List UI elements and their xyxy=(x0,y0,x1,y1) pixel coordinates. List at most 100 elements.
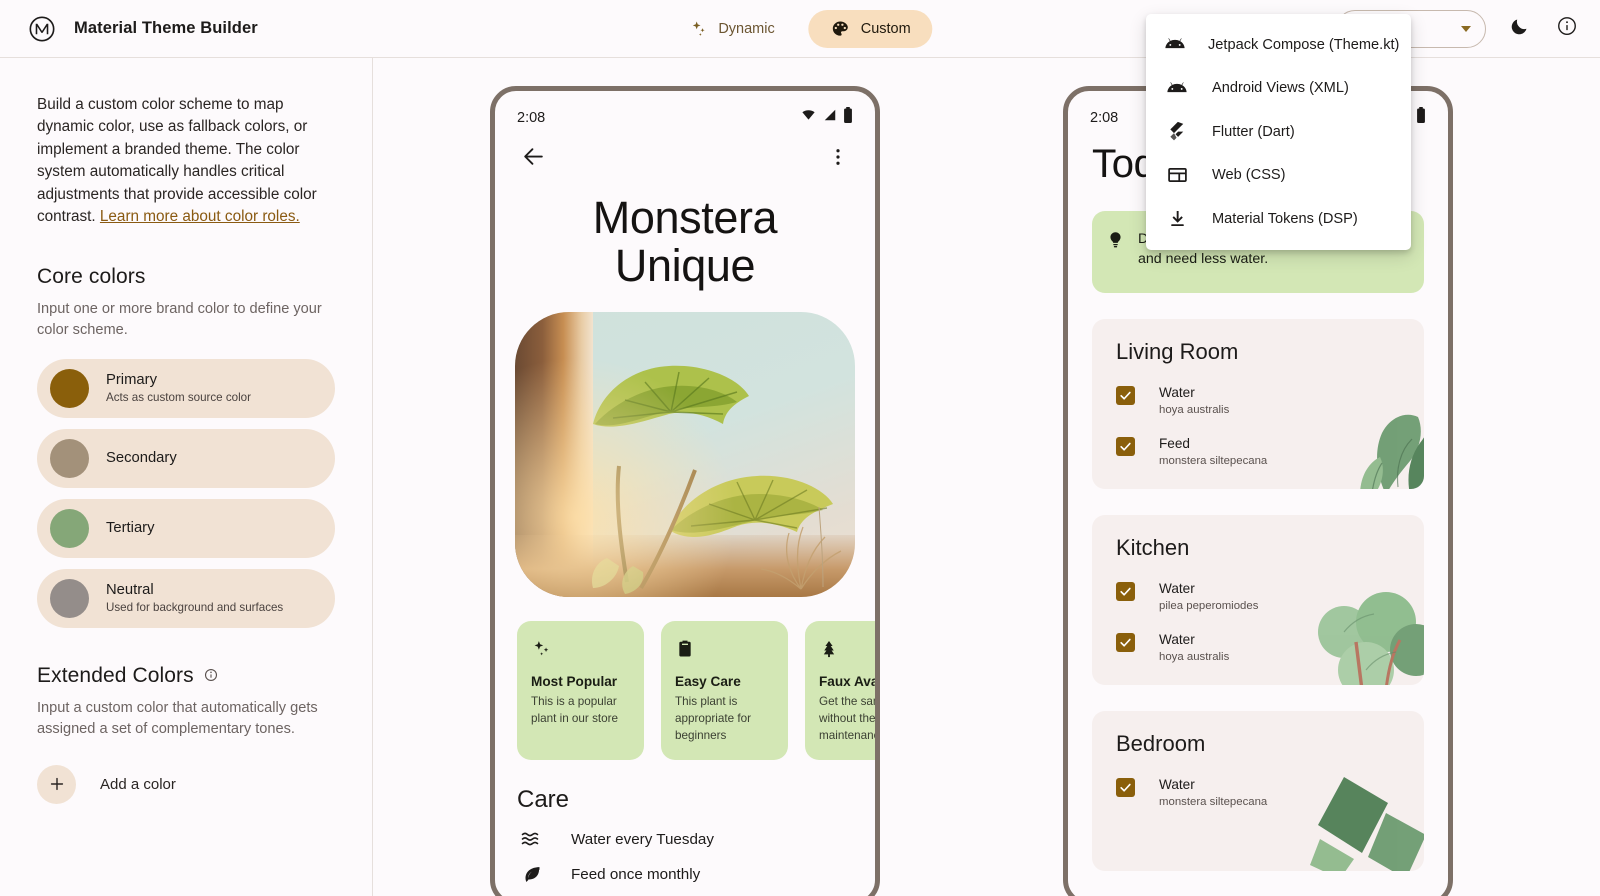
task-name: Water xyxy=(1159,581,1195,596)
feature-chips: Most Popular This is a popular plant in … xyxy=(495,621,875,761)
task-checkbox[interactable] xyxy=(1116,386,1135,405)
core-colors-title: Core colors xyxy=(37,264,146,288)
swatch-primary-label: Primary xyxy=(106,372,157,389)
plant-title-line1: Monstera xyxy=(592,192,778,243)
swatch-secondary[interactable]: Secondary xyxy=(37,429,335,489)
task-row[interactable]: Water hoya australis xyxy=(1092,631,1424,663)
chip-faux-available[interactable]: Faux Available Get the same look without… xyxy=(805,621,880,761)
status-icons xyxy=(800,107,853,128)
swatch-neutral-label: Neutral xyxy=(106,582,154,599)
task-checkbox[interactable] xyxy=(1116,633,1135,652)
plus-icon xyxy=(37,764,76,804)
export-menu: Jetpack Compose (Theme.kt) Android Views… xyxy=(1146,14,1411,250)
room-card-bedroom: Bedroom Water monstera siltepecana xyxy=(1092,711,1424,871)
tree-icon xyxy=(819,636,875,662)
app-root: Material Theme Builder Dynamic Custom Bu… xyxy=(0,0,1600,896)
menu-item-label: Android Views (XML) xyxy=(1212,80,1349,97)
sparkle-icon xyxy=(531,636,630,662)
task-checkbox[interactable] xyxy=(1116,437,1135,456)
swatch-primary[interactable]: Primary Acts as custom source color xyxy=(37,359,335,419)
app-bar xyxy=(495,132,875,180)
flutter-icon xyxy=(1164,121,1190,143)
info-circle-icon[interactable] xyxy=(204,664,218,688)
signal-icon xyxy=(822,108,838,127)
menu-item-jetpack-compose[interactable]: Jetpack Compose (Theme.kt) xyxy=(1146,23,1411,67)
status-bar: 2:08 xyxy=(495,91,875,132)
task-name: Water xyxy=(1159,385,1195,400)
care-label: Water every Tuesday xyxy=(571,830,714,848)
task-plant: pilea peperomiodes xyxy=(1159,600,1259,612)
swatch-secondary-dot[interactable] xyxy=(50,439,89,479)
menu-item-label: Web (CSS) xyxy=(1212,167,1286,184)
swatch-neutral-dot[interactable] xyxy=(50,579,89,619)
care-row-water: Water every Tuesday xyxy=(495,830,875,848)
color-roles-link[interactable]: Learn more about color roles. xyxy=(100,208,300,225)
task-row[interactable]: Water monstera siltepecana xyxy=(1092,776,1424,808)
web-layout-icon xyxy=(1164,166,1190,184)
dark-mode-toggle[interactable] xyxy=(1504,14,1534,44)
preview-canvas: 2:08 Monstera Unique Most Popular This i… xyxy=(373,58,1600,896)
download-icon xyxy=(1164,208,1190,229)
swatch-tertiary-label: Tertiary xyxy=(106,520,155,537)
chip-desc: Get the same look without the maintenanc… xyxy=(819,695,880,742)
more-vert-icon[interactable] xyxy=(827,146,849,173)
status-time: 2:08 xyxy=(1090,109,1119,126)
arrow-back-icon[interactable] xyxy=(521,144,546,174)
task-name: Feed xyxy=(1159,436,1190,451)
task-row[interactable]: Feed monstera siltepecana xyxy=(1092,435,1424,467)
status-time: 2:08 xyxy=(517,109,546,126)
care-label: Feed once monthly xyxy=(571,866,701,884)
menu-item-web-css[interactable]: Web (CSS) xyxy=(1146,154,1411,198)
task-row[interactable]: Water hoya australis xyxy=(1092,384,1424,416)
page-title: Material Theme Builder xyxy=(74,19,258,37)
tab-dynamic-label: Dynamic xyxy=(718,20,775,37)
room-card-kitchen: Kitchen Water pilea peperomiodes Water h… xyxy=(1092,515,1424,685)
android-icon xyxy=(1164,37,1186,52)
plant-title: Monstera Unique xyxy=(495,192,875,292)
theme-mode-toggle: Dynamic Custom xyxy=(667,9,933,48)
task-row[interactable]: Water pilea peperomiodes xyxy=(1092,580,1424,612)
material-logo-icon xyxy=(28,15,56,43)
menu-item-flutter[interactable]: Flutter (Dart) xyxy=(1146,110,1411,154)
swatch-neutral[interactable]: Neutral Used for background and surfaces xyxy=(37,569,335,629)
swatch-neutral-desc: Used for background and surfaces xyxy=(106,600,284,614)
android-icon xyxy=(1164,81,1190,96)
menu-item-material-tokens[interactable]: Material Tokens (DSP) xyxy=(1146,197,1411,241)
plant-title-line2: Unique xyxy=(614,240,756,292)
task-plant: monstera siltepecana xyxy=(1159,796,1268,808)
swatch-primary-dot[interactable] xyxy=(50,369,89,409)
menu-item-label: Jetpack Compose (Theme.kt) xyxy=(1208,36,1400,53)
room-title: Living Room xyxy=(1116,339,1239,364)
tab-custom[interactable]: Custom xyxy=(808,9,933,48)
menu-item-android-views[interactable]: Android Views (XML) xyxy=(1146,67,1411,111)
battery-icon xyxy=(843,107,853,128)
sparkle-icon xyxy=(689,19,708,38)
extended-colors-label: Extended Colors xyxy=(37,664,194,688)
core-colors-subtitle: Input one or more brand color to define … xyxy=(37,300,322,339)
add-color-button[interactable]: Add a color xyxy=(37,764,335,804)
task-name: Water xyxy=(1159,777,1195,792)
chip-easy-care[interactable]: Easy Care This plant is appropriate for … xyxy=(661,621,788,761)
info-circle-icon xyxy=(1556,15,1578,42)
menu-item-label: Flutter (Dart) xyxy=(1212,123,1295,140)
chip-most-popular[interactable]: Most Popular This is a popular plant in … xyxy=(517,621,644,761)
chip-title: Most Popular xyxy=(531,674,618,690)
moon-icon xyxy=(1509,16,1530,42)
menu-item-label: Material Tokens (DSP) xyxy=(1212,210,1358,227)
extended-colors-title: Extended Colors xyxy=(37,664,335,688)
water-waves-icon xyxy=(517,830,547,848)
swatch-tertiary[interactable]: Tertiary xyxy=(37,499,335,559)
palette-icon xyxy=(831,19,851,39)
add-color-label: Add a color xyxy=(100,775,176,793)
task-checkbox[interactable] xyxy=(1116,582,1135,601)
task-checkbox[interactable] xyxy=(1116,778,1135,797)
info-button[interactable] xyxy=(1552,14,1582,44)
room-card-living-room: Living Room Water hoya australis Feed mo… xyxy=(1092,319,1424,489)
chevron-down-icon xyxy=(1461,25,1471,32)
task-plant: monstera siltepecana xyxy=(1159,455,1268,467)
task-plant: hoya australis xyxy=(1159,651,1230,663)
tab-dynamic[interactable]: Dynamic xyxy=(667,10,796,48)
swatch-tertiary-dot[interactable] xyxy=(50,509,89,549)
status-icons xyxy=(1416,107,1426,128)
chip-title: Easy Care xyxy=(675,674,741,690)
